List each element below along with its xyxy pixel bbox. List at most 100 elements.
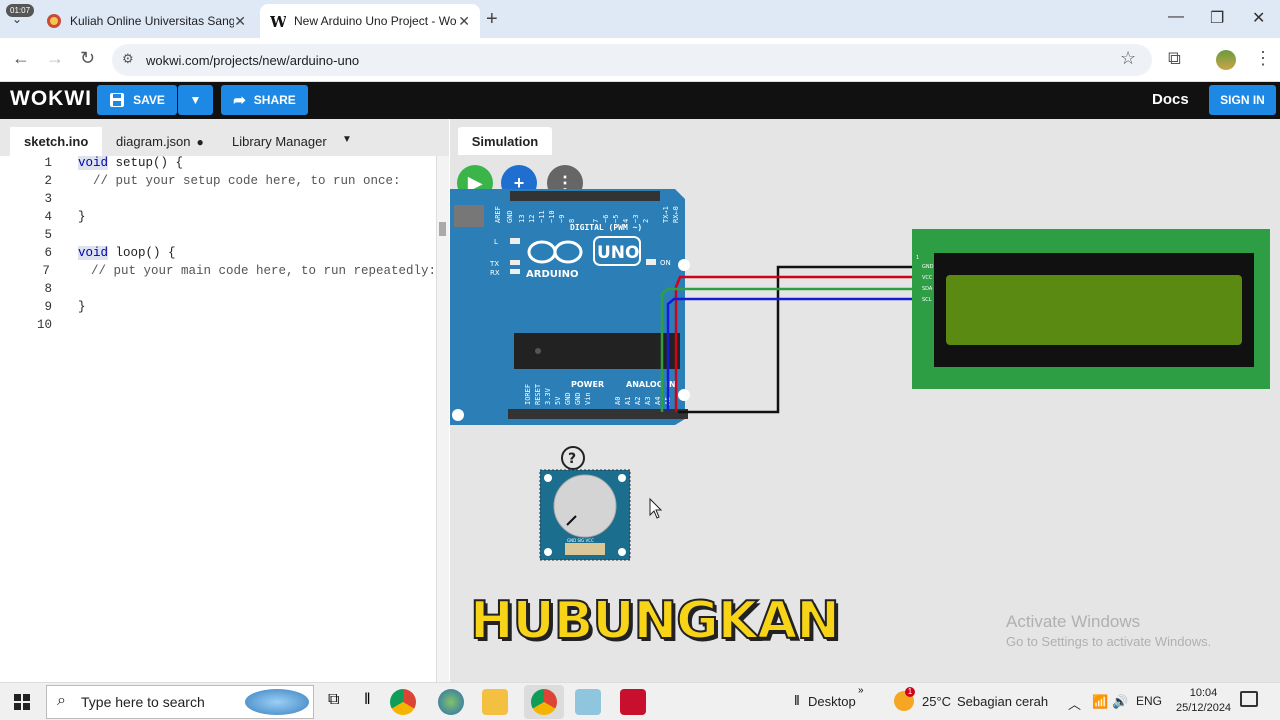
- pin-label: A0: [614, 397, 622, 405]
- minimize-icon[interactable]: —: [1168, 8, 1184, 26]
- close-tab-icon[interactable]: ✕: [234, 13, 246, 30]
- lcd-1602-i2c[interactable]: 1 GND VCC SDA SCL: [912, 229, 1270, 389]
- line-number: 8: [44, 282, 52, 296]
- editor-tabs: sketch.ino diagram.json ● Library Manager…: [0, 119, 449, 156]
- pin-label: A1: [624, 397, 632, 405]
- mounting-hole: [678, 259, 690, 271]
- line-number: 9: [44, 300, 52, 314]
- taskbar-clock[interactable]: 10:04 25/12/2024: [1176, 686, 1231, 716]
- line-number: 10: [36, 318, 52, 332]
- svg-text:W: W: [270, 13, 286, 29]
- clock-date: 25/12/2024: [1176, 702, 1232, 714]
- wires[interactable]: [660, 265, 920, 414]
- reload-icon[interactable]: ↻: [80, 48, 95, 69]
- line-number: 1: [44, 156, 52, 170]
- pin-label: RX←0: [672, 206, 680, 223]
- browser-tab-strip: 01:07 ⌄ Kuliah Online Universitas Sangg …: [0, 0, 1280, 38]
- desktop-toolbar-label[interactable]: Desktop: [808, 694, 856, 709]
- pin-label: 13: [518, 215, 526, 223]
- pin-label: 5V: [554, 396, 562, 405]
- arduino-uno-board[interactable]: AREF GND 13 12 ~11 ~10 ~9 8 7 ~6 ~5 4 ~3…: [450, 189, 690, 425]
- browser-tab-kuliah[interactable]: Kuliah Online Universitas Sangg ✕: [36, 4, 256, 38]
- globe-app-taskbar-icon[interactable]: [438, 689, 464, 715]
- editor-tabs-menu-icon[interactable]: ▼: [342, 134, 352, 145]
- weather-alert-badge: 1: [905, 687, 915, 697]
- potentiometer[interactable]: ? GND SIG VCC: [539, 446, 631, 561]
- extensions-puzzle-icon[interactable]: ⧉: [1168, 48, 1181, 69]
- tab-label: diagram.json: [116, 134, 191, 149]
- desktop-toolbar-divider: ‖: [794, 692, 800, 708]
- save-label: SAVE: [133, 93, 165, 107]
- weather-description[interactable]: Sebagian cerah: [957, 694, 1048, 709]
- line-number: 3: [44, 192, 52, 206]
- pin-label: RESET: [534, 383, 542, 405]
- docs-link[interactable]: Docs: [1152, 91, 1189, 108]
- wire-green: [660, 287, 920, 412]
- share-label: SHARE: [253, 93, 296, 107]
- task-view-icon[interactable]: ⧉: [328, 691, 339, 709]
- digital-label: DIGITAL (PWM ~): [570, 223, 642, 232]
- help-glyph: ?: [568, 451, 576, 467]
- notification-center-icon[interactable]: [1240, 691, 1258, 707]
- tab-library-manager[interactable]: Library Manager: [218, 127, 341, 156]
- taskbar-divider-icon: ‖: [364, 691, 371, 708]
- volume-icon[interactable]: 🔊: [1112, 694, 1128, 710]
- line-number: 2: [44, 174, 52, 188]
- browser-toolbar: ← → ↻ ⚙ wokwi.com/projects/new/arduino-u…: [0, 38, 1280, 82]
- address-bar[interactable]: ⚙ wokwi.com/projects/new/arduino-uno: [112, 44, 1152, 76]
- pin-label: Vin: [584, 392, 592, 405]
- code-area[interactable]: 1 void setup() { 2 // put your setup code…: [0, 156, 449, 682]
- tab-search-chevron-icon[interactable]: ⌄: [12, 12, 22, 26]
- pin-label: 2: [642, 219, 650, 223]
- browser-tab-wokwi[interactable]: W New Arduino Uno Project - Wo ✕: [260, 4, 480, 38]
- pin-label: ~9: [558, 215, 566, 223]
- acrobat-taskbar-icon[interactable]: [620, 689, 646, 715]
- pin-label: AREF: [494, 206, 502, 223]
- file-explorer-taskbar-icon[interactable]: [482, 689, 508, 715]
- language-indicator[interactable]: ENG: [1136, 694, 1162, 708]
- clock-time: 10:04: [1189, 687, 1218, 699]
- save-button[interactable]: SAVE: [97, 85, 177, 115]
- pin-label: GND: [564, 392, 572, 405]
- share-button[interactable]: ➦ SHARE: [221, 85, 308, 115]
- code-line: // put your main code here, to run repea…: [75, 264, 436, 278]
- tab-diagram-json[interactable]: diagram.json ●: [102, 127, 218, 156]
- back-arrow-icon[interactable]: ←: [12, 48, 30, 69]
- save-options-dropdown[interactable]: ▼: [178, 85, 213, 115]
- line-number: 7: [42, 264, 50, 278]
- toolbar-expand-icon[interactable]: »: [858, 685, 864, 696]
- window-close-icon[interactable]: ✕: [1252, 8, 1265, 28]
- weather-temp[interactable]: 25°C: [922, 694, 951, 709]
- restore-icon[interactable]: ❐: [1210, 8, 1224, 28]
- scrollbar-thumb[interactable]: [439, 222, 446, 236]
- keyword: void: [78, 246, 109, 260]
- editor-scrollbar[interactable]: [436, 156, 449, 682]
- app-taskbar-icon[interactable]: [575, 689, 601, 715]
- wifi-icon[interactable]: 📶: [1092, 694, 1108, 710]
- chevron-down-icon: ▼: [189, 93, 202, 107]
- site-settings-icon[interactable]: ⚙: [122, 51, 134, 67]
- windows-start-icon[interactable]: [14, 694, 30, 710]
- profile-avatar[interactable]: [1216, 50, 1236, 70]
- tab-sketch-ino[interactable]: sketch.ino: [10, 127, 103, 156]
- wokwi-logo[interactable]: WOKWI: [10, 87, 92, 111]
- new-tab-plus-icon[interactable]: +: [486, 8, 498, 31]
- taskbar-search-box[interactable]: ⌕ Type here to search: [46, 685, 314, 719]
- pin-label: 12: [528, 215, 536, 223]
- pin-label: ~5: [612, 215, 620, 223]
- university-favicon-icon: [47, 14, 61, 28]
- close-tab-icon[interactable]: ✕: [458, 13, 470, 30]
- line-number: 5: [44, 228, 52, 242]
- pin-label: A2: [634, 397, 642, 405]
- browser-menu-icon[interactable]: ⋮: [1254, 48, 1272, 69]
- chevron-up-icon[interactable]: ︿: [1068, 694, 1081, 713]
- power-label: POWER: [571, 380, 604, 389]
- save-disk-icon: [110, 93, 125, 107]
- sign-in-button[interactable]: SIGN IN: [1209, 85, 1276, 115]
- pin-label: A3: [644, 397, 652, 405]
- bookmark-star-icon[interactable]: ☆: [1120, 48, 1136, 69]
- forward-arrow-icon[interactable]: →: [46, 48, 64, 69]
- wire-red: [674, 275, 920, 412]
- chrome-taskbar-icon[interactable]: [390, 689, 416, 715]
- tab-title: New Arduino Uno Project - Wo: [294, 14, 457, 28]
